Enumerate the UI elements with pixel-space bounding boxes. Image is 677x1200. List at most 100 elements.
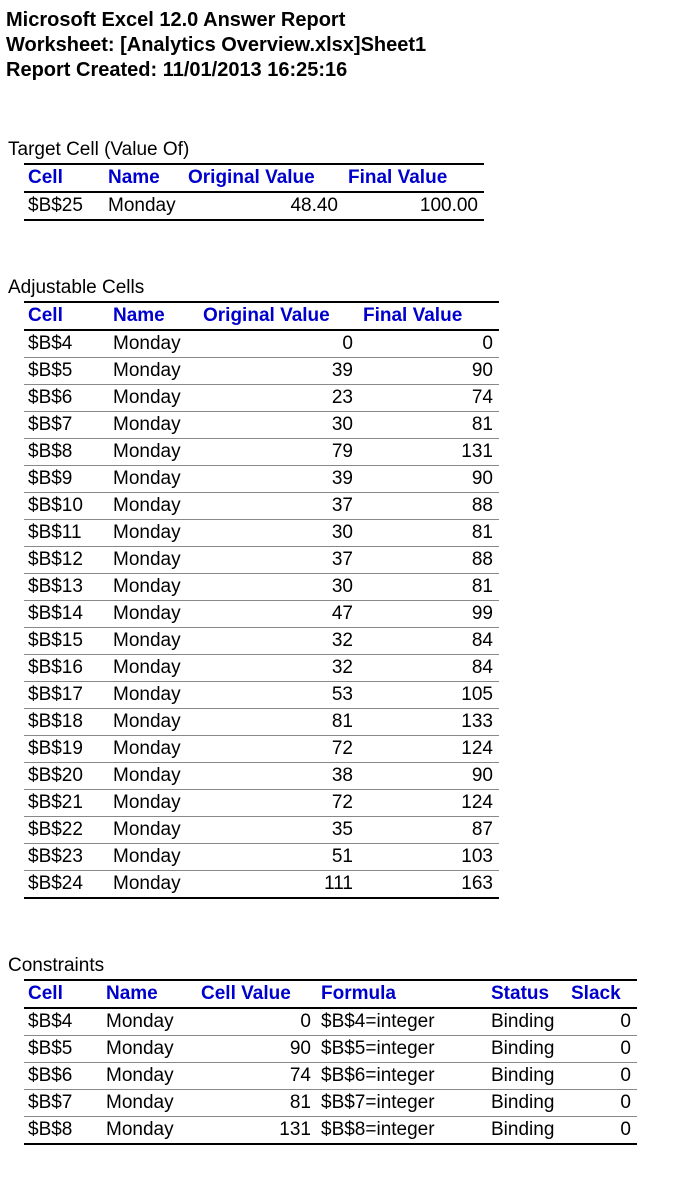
- formula: $B$7=integer: [317, 1090, 487, 1117]
- final-value: 87: [359, 817, 499, 844]
- slack: 0: [567, 1117, 637, 1145]
- original-value: 30: [199, 412, 359, 439]
- final-value: 100.00: [344, 192, 484, 220]
- cell-ref: $B$6: [24, 385, 109, 412]
- cell-ref: $B$17: [24, 682, 109, 709]
- final-value: 81: [359, 520, 499, 547]
- status: Binding: [487, 1090, 567, 1117]
- cell-ref: $B$7: [24, 412, 109, 439]
- cell-name: Monday: [109, 655, 199, 682]
- cell-name: Monday: [109, 844, 199, 871]
- cell-ref: $B$18: [24, 709, 109, 736]
- final-value: 90: [359, 466, 499, 493]
- cell-ref: $B$24: [24, 871, 109, 899]
- final-value: 163: [359, 871, 499, 899]
- table-row: $B$12Monday3788: [24, 547, 499, 574]
- col-cell: Cell: [24, 302, 109, 330]
- cell-ref: $B$11: [24, 520, 109, 547]
- table-row: $B$16Monday3284: [24, 655, 499, 682]
- cell-ref: $B$14: [24, 601, 109, 628]
- original-value: 37: [199, 493, 359, 520]
- cell-name: Monday: [109, 330, 199, 358]
- cell-ref: $B$23: [24, 844, 109, 871]
- cell-name: Monday: [109, 439, 199, 466]
- formula: $B$6=integer: [317, 1063, 487, 1090]
- cell-name: Monday: [109, 871, 199, 899]
- cell-ref: $B$15: [24, 628, 109, 655]
- final-value: 99: [359, 601, 499, 628]
- constraints-section: Constraints Cell Name Cell Value Formula…: [6, 955, 667, 1145]
- col-final: Final Value: [359, 302, 499, 330]
- constraints-title: Constraints: [6, 955, 667, 977]
- cell-name: Monday: [102, 1063, 197, 1090]
- final-value: 105: [359, 682, 499, 709]
- col-original: Original Value: [199, 302, 359, 330]
- slack: 0: [567, 1063, 637, 1090]
- cell-name: Monday: [109, 601, 199, 628]
- cell-value: 74: [197, 1063, 317, 1090]
- cell-ref: $B$5: [24, 358, 109, 385]
- cell-name: Monday: [102, 1090, 197, 1117]
- col-name: Name: [102, 980, 197, 1008]
- status: Binding: [487, 1063, 567, 1090]
- table-row: $B$21Monday72124: [24, 790, 499, 817]
- original-value: 30: [199, 520, 359, 547]
- cell-ref: $B$4: [24, 330, 109, 358]
- final-value: 88: [359, 493, 499, 520]
- cell-ref: $B$20: [24, 763, 109, 790]
- original-value: 39: [199, 358, 359, 385]
- status: Binding: [487, 1117, 567, 1145]
- table-row: $B$6Monday74$B$6=integerBinding0: [24, 1063, 637, 1090]
- cell-name: Monday: [109, 520, 199, 547]
- table-row: $B$14Monday4799: [24, 601, 499, 628]
- cell-name: Monday: [109, 682, 199, 709]
- final-value: 74: [359, 385, 499, 412]
- final-value: 81: [359, 574, 499, 601]
- original-value: 53: [199, 682, 359, 709]
- final-value: 84: [359, 628, 499, 655]
- cell-ref: $B$19: [24, 736, 109, 763]
- adjustable-cells-section: Adjustable Cells Cell Name Original Valu…: [6, 277, 667, 899]
- col-name: Name: [109, 302, 199, 330]
- original-value: 37: [199, 547, 359, 574]
- col-name: Name: [104, 164, 184, 192]
- col-status: Status: [487, 980, 567, 1008]
- cell-ref: $B$8: [24, 1117, 102, 1145]
- cell-ref: $B$12: [24, 547, 109, 574]
- table-row: $B$13Monday3081: [24, 574, 499, 601]
- cell-ref: $B$4: [24, 1008, 102, 1036]
- cell-name: Monday: [109, 628, 199, 655]
- report-worksheet: Worksheet: [Analytics Overview.xlsx]Shee…: [6, 33, 667, 58]
- cell-name: Monday: [102, 1008, 197, 1036]
- cell-name: Monday: [109, 736, 199, 763]
- table-row: $B$8Monday79131: [24, 439, 499, 466]
- original-value: 32: [199, 655, 359, 682]
- table-row: $B$4Monday00: [24, 330, 499, 358]
- original-value: 35: [199, 817, 359, 844]
- cell-ref: $B$22: [24, 817, 109, 844]
- table-row: $B$23Monday51103: [24, 844, 499, 871]
- final-value: 131: [359, 439, 499, 466]
- original-value: 23: [199, 385, 359, 412]
- original-value: 81: [199, 709, 359, 736]
- original-value: 47: [199, 601, 359, 628]
- cell-ref: $B$13: [24, 574, 109, 601]
- adjustable-cells-table: Cell Name Original Value Final Value $B$…: [24, 301, 499, 899]
- table-row: $B$11Monday3081: [24, 520, 499, 547]
- cell-name: Monday: [104, 192, 184, 220]
- cell-ref: $B$8: [24, 439, 109, 466]
- table-row: $B$15Monday3284: [24, 628, 499, 655]
- cell-name: Monday: [109, 547, 199, 574]
- table-row: $B$22Monday3587: [24, 817, 499, 844]
- table-row: $B$6Monday2374: [24, 385, 499, 412]
- cell-name: Monday: [102, 1117, 197, 1145]
- table-row: $B$24Monday111163: [24, 871, 499, 899]
- cell-name: Monday: [109, 763, 199, 790]
- original-value: 48.40: [184, 192, 344, 220]
- cell-name: Monday: [109, 574, 199, 601]
- cell-name: Monday: [109, 358, 199, 385]
- cell-name: Monday: [109, 412, 199, 439]
- col-cell: Cell: [24, 164, 104, 192]
- target-cell-section: Target Cell (Value Of) Cell Name Origina…: [6, 139, 667, 221]
- cell-ref: $B$21: [24, 790, 109, 817]
